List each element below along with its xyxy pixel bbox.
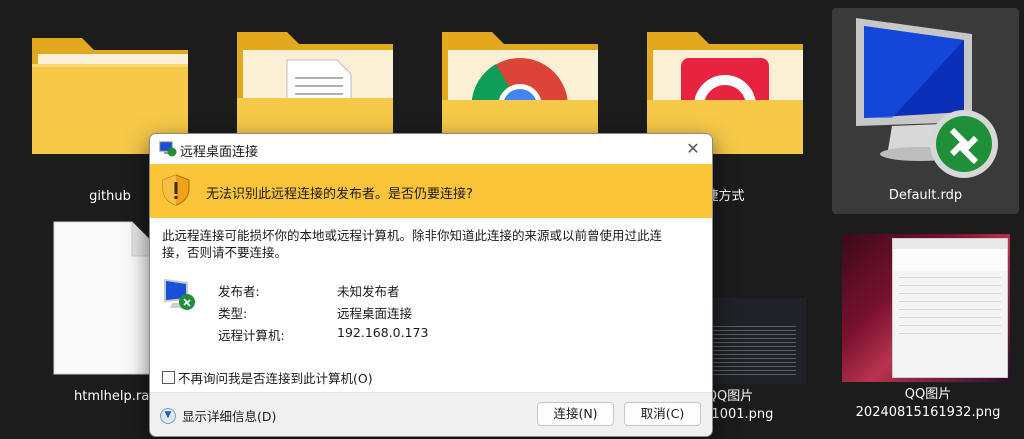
folder-documents[interactable] — [225, 20, 405, 140]
file-label-line1: QQ图片 — [904, 387, 952, 402]
connect-button[interactable]: 连接(N) — [537, 402, 614, 426]
file-label-line2: 20240815161932.png — [855, 405, 1001, 420]
dialog-title: 远程桌面连接 — [180, 145, 259, 160]
type-value: 远程桌面连接 — [337, 306, 413, 321]
dont-ask-again-checkbox[interactable] — [162, 371, 175, 384]
show-details-toggle[interactable]: ▼ 显示详细信息(D) — [160, 406, 276, 425]
image-thumbnail — [842, 234, 1010, 382]
publisher-value: 未知发布者 — [337, 284, 400, 299]
chevron-down-icon[interactable]: ▼ — [160, 407, 176, 424]
close-icon[interactable]: ✕ — [682, 138, 704, 160]
file-label: Default.rdp — [888, 188, 963, 203]
folder-chrome[interactable] — [430, 20, 610, 140]
cancel-button[interactable]: 取消(C) — [624, 402, 701, 426]
warning-banner: 无法识别此远程连接的发布者。是否仍要连接? — [150, 164, 712, 218]
remote-computer-label: 远程计算机: — [218, 328, 285, 343]
remote-computer-value: 192.168.0.173 — [337, 325, 429, 340]
type-label: 类型: — [218, 306, 248, 321]
dont-ask-again-label[interactable]: 不再询问我是否连接到此计算机(O) — [178, 368, 373, 387]
dialog-titlebar[interactable]: 远程桌面连接 ✕ — [150, 134, 712, 164]
dont-ask-again-checkbox-row[interactable]: 不再询问我是否连接到此计算机(O) — [162, 368, 373, 387]
folder-document-icon — [237, 32, 393, 140]
dialog-footer: ▼ 显示详细信息(D) 连接(N) 取消(C) — [150, 392, 712, 436]
remote-desktop-app-icon — [159, 141, 177, 157]
warning-shield-icon — [162, 174, 190, 206]
remote-computer-icon — [164, 279, 195, 310]
warning-description: 此远程连接可能损坏你的本地或远程计算机。除非你知道此连接的来源或以前曾使用过此连… — [162, 228, 663, 260]
file-qq-image-2[interactable]: QQ图片 20240815161932.png — [838, 234, 1018, 434]
folder-chrome-icon — [442, 32, 598, 140]
remote-desktop-icon — [856, 18, 998, 178]
warning-message: 无法识别此远程连接的发布者。是否仍要连接? — [206, 187, 473, 202]
image-thumbnail — [700, 298, 806, 384]
publisher-label: 发布者: — [218, 284, 260, 299]
remote-desktop-connection-dialog: 远程桌面连接 ✕ 无法识别此远程连接的发布者。是否仍要连接? 此远程连接可能损坏… — [149, 133, 713, 437]
show-details-label[interactable]: 显示详细信息(D) — [182, 406, 276, 425]
file-default-rdp[interactable]: Default.rdp — [832, 8, 1019, 214]
